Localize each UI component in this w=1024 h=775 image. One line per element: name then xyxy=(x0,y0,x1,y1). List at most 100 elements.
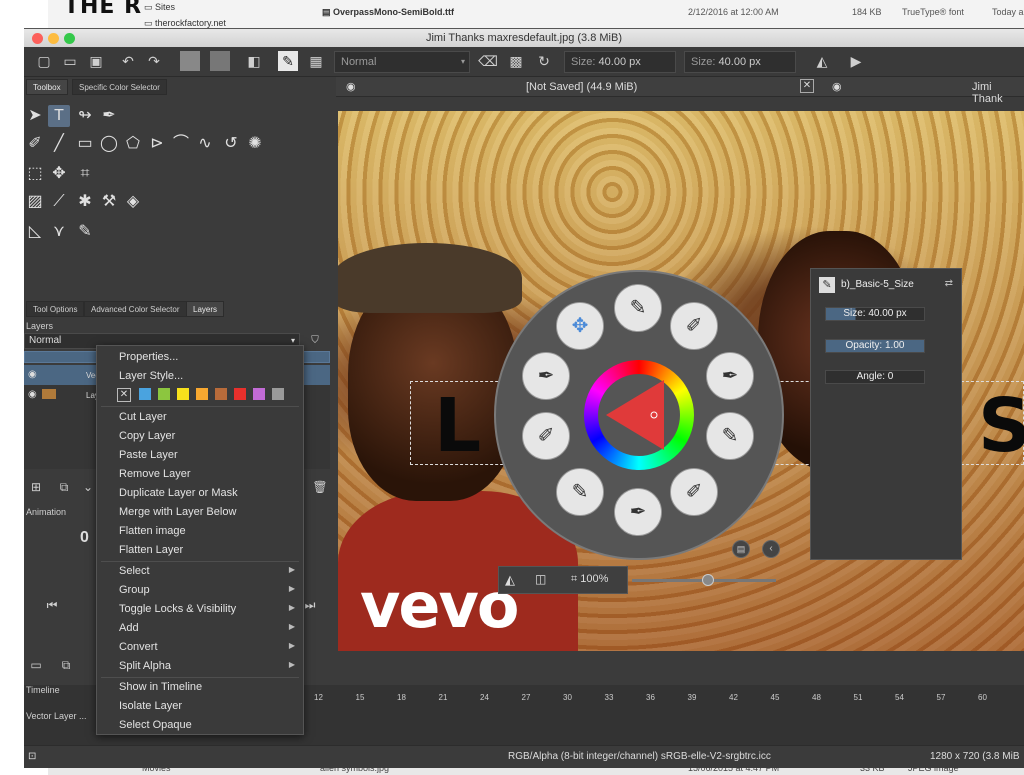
edit-shapes-icon[interactable]: ↬ xyxy=(74,105,96,127)
brush-preset-3[interactable]: ✒ xyxy=(706,352,754,400)
zoom-window-button[interactable] xyxy=(64,33,75,44)
mirror-vertical-icon[interactable]: ▶ xyxy=(846,51,866,71)
brush-preset-icon[interactable]: ✎ xyxy=(278,51,298,71)
onion-skin-icon[interactable]: ▭ xyxy=(26,655,46,675)
color-label-swatch[interactable] xyxy=(272,388,284,400)
smart-patch-icon[interactable]: ✱ xyxy=(74,191,96,213)
polyline-tool-icon[interactable]: ⊳ xyxy=(146,133,168,155)
assistant-tool-icon[interactable]: ⋎ xyxy=(48,221,70,243)
layer-filter-icon[interactable]: ⛉ xyxy=(302,333,328,349)
select-shapes-icon[interactable]: ➤ xyxy=(24,105,46,127)
chevron-down-icon[interactable]: ⌄ xyxy=(78,477,98,497)
eye-icon[interactable]: ◉ xyxy=(28,369,37,380)
menu-item-paste-layer[interactable]: Paste Layer xyxy=(119,449,178,461)
tab-layers[interactable]: Layers xyxy=(186,301,225,317)
status-settings-icon[interactable]: ⊡ xyxy=(28,746,36,768)
menu-item-toggle-locks[interactable]: Toggle Locks & Visibility ▶ xyxy=(119,603,299,615)
menu-item-cut-layer[interactable]: Cut Layer xyxy=(119,411,167,423)
brush-preset-8[interactable]: ✐ xyxy=(522,412,570,460)
menu-item-isolate-layer[interactable]: Isolate Layer xyxy=(119,700,182,712)
transform-tool-icon[interactable]: ⬚ xyxy=(24,163,46,185)
tab-advanced-color-selector[interactable]: Advanced Color Selector xyxy=(84,301,187,317)
reload-preset-icon[interactable]: ↻ xyxy=(534,51,554,71)
eye-icon[interactable]: ◉ xyxy=(28,389,37,400)
rectangle-tool-icon[interactable]: ▭ xyxy=(74,133,96,155)
calligraphy-icon[interactable]: ✒ xyxy=(98,105,120,127)
eraser-mode-icon[interactable]: ⌫ xyxy=(478,51,498,71)
brush-preset-6[interactable]: ✒ xyxy=(614,488,662,536)
brush-angle-field[interactable]: Angle: 0 xyxy=(825,370,925,384)
gradient-tool-icon[interactable]: ▨ xyxy=(24,191,46,213)
color-label-swatch[interactable] xyxy=(196,388,208,400)
menu-item-flatten-layer[interactable]: Flatten Layer xyxy=(119,544,183,556)
menu-item-merge-below[interactable]: Merge with Layer Below xyxy=(119,506,236,518)
polygon-tool-icon[interactable]: ⬠ xyxy=(122,133,144,155)
minimize-window-button[interactable] xyxy=(48,33,59,44)
brush-size-field[interactable]: Size: 40.00 px xyxy=(825,307,925,321)
palette-zoom[interactable]: ⌗ 100% xyxy=(571,573,608,586)
undo-icon[interactable]: ↶ xyxy=(118,51,138,71)
color-label-swatch[interactable] xyxy=(177,388,189,400)
brush-preset-7[interactable]: ✎ xyxy=(556,468,604,516)
document-tab-2-title[interactable]: Jimi Thank xyxy=(972,81,1024,105)
palette-settings-icon[interactable]: ▤ xyxy=(732,540,750,558)
mirror-horizontal-icon[interactable]: ◭ xyxy=(812,51,832,71)
first-frame-icon[interactable]: ⏮ xyxy=(42,595,62,615)
multibrush-icon[interactable]: ✺ xyxy=(244,133,266,155)
color-label-swatch[interactable] xyxy=(234,388,246,400)
menu-item-layer-style[interactable]: Layer Style... xyxy=(119,370,183,382)
crop-tool-icon[interactable]: ⌗ xyxy=(74,163,96,185)
menu-item-copy-layer[interactable]: Copy Layer xyxy=(119,430,175,442)
blend-mode-select[interactable]: Normal ▾ xyxy=(334,51,470,73)
menu-item-select[interactable]: Select ▶ xyxy=(119,565,299,577)
menu-item-remove-layer[interactable]: Remove Layer xyxy=(119,468,191,480)
color-label-swatch[interactable] xyxy=(253,388,265,400)
open-document-icon[interactable]: ▭ xyxy=(60,51,80,71)
bucket-fill-icon[interactable]: ◈ xyxy=(122,191,144,213)
alpha-lock-icon[interactable]: ▩ xyxy=(506,51,526,71)
brush-preset-2[interactable]: ✐ xyxy=(670,302,718,350)
freehand-path-icon[interactable]: ∿ xyxy=(194,133,216,155)
brush-preset-10[interactable]: ✥ xyxy=(556,302,604,350)
brush-opacity-field[interactable]: Opacity: 1.00 xyxy=(825,339,925,353)
delete-layer-icon[interactable]: 🗑 xyxy=(310,477,330,497)
tag-icon[interactable]: ◫ xyxy=(535,572,546,586)
fg-bg-color-icon[interactable]: ◧ xyxy=(244,51,264,71)
pattern-swatch-icon[interactable] xyxy=(210,51,230,71)
brush-preset-9[interactable]: ✒ xyxy=(522,352,570,400)
close-tab-icon[interactable]: ✕ xyxy=(800,79,814,93)
menu-item-show-in-timeline[interactable]: Show in Timeline xyxy=(119,681,202,693)
zoom-slider-handle[interactable] xyxy=(702,574,714,586)
tab-specific-color-selector[interactable]: Specific Color Selector xyxy=(72,79,167,95)
menu-item-duplicate-layer[interactable]: Duplicate Layer or Mask xyxy=(119,487,238,499)
save-document-icon[interactable]: ▣ xyxy=(86,51,106,71)
duplicate-layer-icon[interactable]: ⧉ xyxy=(54,477,74,497)
ellipse-tool-icon[interactable]: ◯ xyxy=(98,133,120,155)
brush-preset-4[interactable]: ✎ xyxy=(706,412,754,460)
menu-item-add[interactable]: Add ▶ xyxy=(119,622,299,634)
no-color-label-icon[interactable]: ✕ xyxy=(117,388,131,402)
tab-toolbox[interactable]: Toolbox xyxy=(26,79,68,95)
document-tab-title[interactable]: [Not Saved] (44.9 MiB) xyxy=(526,81,637,93)
reference-tool-icon[interactable]: ✎ xyxy=(74,221,96,243)
close-window-button[interactable] xyxy=(32,33,43,44)
text-tool-icon[interactable]: T xyxy=(48,105,70,127)
size-slider-1[interactable]: Size: 40.00 px xyxy=(564,51,676,73)
tab-tool-options[interactable]: Tool Options xyxy=(26,301,85,317)
menu-item-flatten-image[interactable]: Flatten image xyxy=(119,525,186,537)
measure-tool-icon[interactable]: ◺ xyxy=(24,221,46,243)
color-label-swatch[interactable] xyxy=(139,388,151,400)
brush-preset-5[interactable]: ✐ xyxy=(670,468,718,516)
menu-item-properties[interactable]: Properties... xyxy=(119,351,178,363)
line-tool-icon[interactable]: ╱ xyxy=(48,133,70,155)
menu-item-split-alpha[interactable]: Split Alpha ▶ xyxy=(119,660,299,672)
palette-back-icon[interactable]: ‹ xyxy=(762,540,780,558)
color-wheel[interactable] xyxy=(584,360,694,470)
dynamic-brush-icon[interactable]: ↺ xyxy=(220,133,242,155)
workspace-grid-icon[interactable]: ▦ xyxy=(306,51,326,71)
gradient-swatch-icon[interactable] xyxy=(180,51,200,71)
menu-item-convert[interactable]: Convert ▶ xyxy=(119,641,299,653)
menu-item-select-opaque[interactable]: Select Opaque xyxy=(119,719,192,731)
color-triangle[interactable] xyxy=(598,374,680,456)
color-label-swatch[interactable] xyxy=(215,388,227,400)
